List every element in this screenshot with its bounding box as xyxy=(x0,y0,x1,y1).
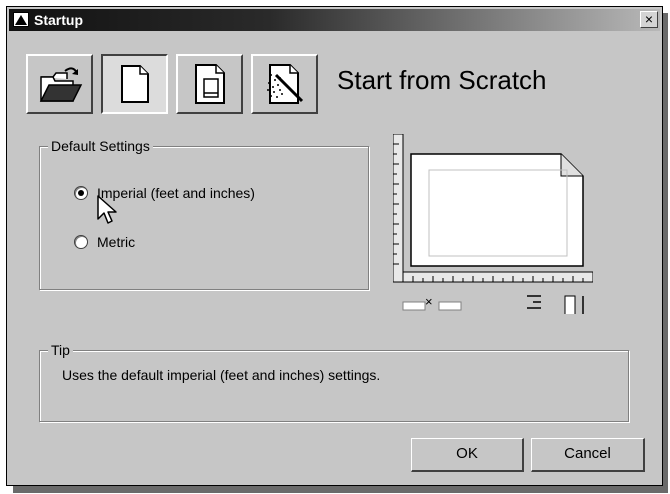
mouse-pointer-icon xyxy=(97,195,117,224)
imperial-label[interactable]: Imperial (feet and inches) xyxy=(97,185,255,201)
default-settings-group: Default Settings Imperial (feet and inch… xyxy=(39,138,369,290)
window-title: Startup xyxy=(34,12,83,28)
ok-button[interactable]: OK xyxy=(411,438,524,472)
title-bar[interactable]: Startup × xyxy=(9,9,660,31)
metric-radio[interactable] xyxy=(74,235,88,249)
tip-text: Uses the default imperial (feet and inch… xyxy=(62,367,381,383)
close-button[interactable]: × xyxy=(640,11,658,28)
open-drawing-button[interactable] xyxy=(26,54,93,114)
metric-label[interactable]: Metric xyxy=(97,234,135,250)
page-heading: Start from Scratch xyxy=(337,65,547,95)
startup-dialog: Startup × Start from Scratch Default Set… xyxy=(6,6,663,486)
wizard-page-icon xyxy=(266,64,303,104)
start-from-scratch-button[interactable] xyxy=(101,54,168,114)
use-wizard-button[interactable] xyxy=(251,54,318,114)
open-folder-icon xyxy=(39,67,82,102)
imperial-radio[interactable] xyxy=(74,186,88,200)
default-settings-legend: Default Settings xyxy=(48,138,153,154)
radio-selected-dot xyxy=(78,190,84,196)
template-page-icon xyxy=(194,64,225,104)
app-icon xyxy=(13,12,29,27)
units-times-glyph: × xyxy=(425,294,433,309)
drawing-area-preview xyxy=(393,134,593,314)
blank-page-icon xyxy=(120,65,149,103)
use-template-button[interactable] xyxy=(176,54,243,114)
cancel-button[interactable]: Cancel xyxy=(531,438,645,472)
tip-group: Tip Uses the default imperial (feet and … xyxy=(39,342,629,422)
tip-legend: Tip xyxy=(48,342,73,358)
